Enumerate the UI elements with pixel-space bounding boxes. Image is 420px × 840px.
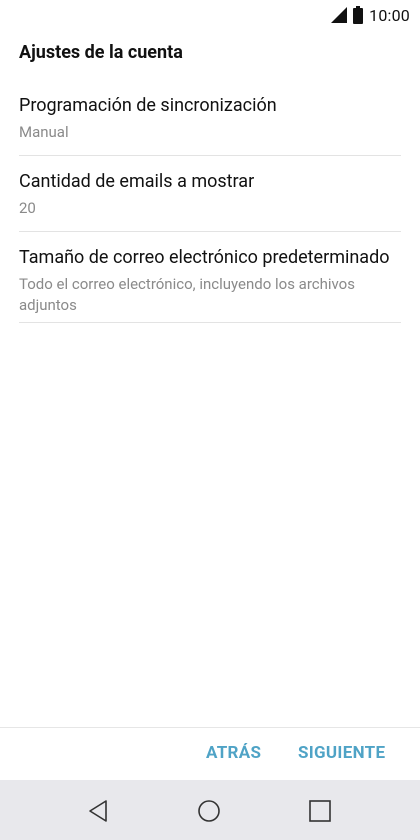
setting-value: Todo el correo electrónico, incluyendo l… (19, 275, 355, 314)
setting-email-size[interactable]: Tamaño de correo electrónico predetermin… (19, 232, 401, 323)
back-icon[interactable] (86, 798, 112, 824)
setting-value: Manual (19, 123, 69, 141)
setting-title: Programación de sincronización (19, 95, 277, 116)
settings-list: Programación de sincronización Manual Ca… (19, 80, 401, 323)
page-header: Ajustes de la cuenta (19, 42, 401, 68)
page-title: Ajustes de la cuenta (19, 42, 183, 63)
setting-sync-schedule[interactable]: Programación de sincronización Manual (19, 80, 401, 156)
home-icon[interactable] (196, 798, 222, 824)
navigation-bar (0, 780, 420, 840)
signal-icon (331, 7, 348, 23)
back-button[interactable]: ATRÁS (206, 743, 261, 763)
battery-icon (353, 6, 364, 24)
setting-title: Tamaño de correo electrónico predetermin… (19, 247, 390, 268)
setting-value: 20 (19, 199, 36, 217)
action-bar: ATRÁS SIGUIENTE (0, 727, 420, 781)
recents-icon[interactable] (307, 798, 333, 824)
next-button[interactable]: SIGUIENTE (298, 743, 385, 763)
status-bar: 10:00 (0, 0, 420, 30)
status-time: 10:00 (369, 5, 410, 25)
setting-title: Cantidad de emails a mostrar (19, 171, 255, 192)
setting-email-count[interactable]: Cantidad de emails a mostrar 20 (19, 156, 401, 232)
